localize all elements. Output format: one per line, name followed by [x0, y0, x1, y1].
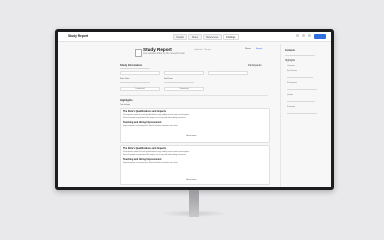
right-panel-item-3[interactable]: Participants: [287, 82, 297, 84]
show-more-link-1[interactable]: Show more: [186, 135, 197, 137]
field-input-2[interactable]: [164, 71, 204, 75]
report-subtitle: Last updated today by the research team: [143, 53, 185, 55]
card-1-text-1: Participants noted that role qualificati…: [123, 114, 190, 116]
report-meta: Updated · 3d ago: [194, 48, 211, 51]
tab-details[interactable]: Details: [173, 34, 188, 41]
card-1-title: The Role's Qualifications and Impacts: [123, 110, 167, 113]
right-panel-heading-2: Highlights: [285, 60, 296, 62]
field-input-1[interactable]: [120, 71, 160, 75]
end-date-value: [164, 82, 194, 84]
card-2-text-1: Participants noted that role qualificati…: [123, 151, 190, 153]
document-icon: [135, 49, 142, 57]
right-panel-item-5[interactable]: Summary: [287, 106, 295, 108]
tab-references[interactable]: References: [202, 34, 222, 41]
report-title: Study Report: [143, 47, 172, 52]
right-panel-heading-1: Contents: [285, 50, 295, 52]
bell-icon[interactable]: [302, 34, 305, 38]
study-info-heading: Study Information: [120, 64, 143, 67]
export-button[interactable]: Export: [254, 48, 264, 52]
app-title: Study Report: [68, 34, 89, 38]
card-1-heading-2: Teaching and Hiring Improvement: [123, 121, 162, 124]
field-input-3[interactable]: [208, 71, 248, 75]
right-panel-line: [285, 55, 315, 56]
screen: Study Report Details Notes References Fi…: [58, 32, 331, 187]
right-panel-item-4[interactable]: Quotes: [287, 94, 293, 96]
card-2-text-3: Improvements in training were linked to …: [123, 162, 178, 164]
show-more-link-2[interactable]: Show more: [186, 179, 197, 181]
card-1-text-3: Improvements in training were linked to …: [123, 125, 178, 127]
start-date-value: [120, 82, 150, 84]
card-1-text-2: Several people emphasized the impact on …: [123, 117, 187, 119]
share-button[interactable]: Share: [243, 48, 253, 52]
download-button-2[interactable]: Download: [164, 87, 204, 91]
right-panel-line-2: [287, 77, 313, 78]
right-panel-line-4: [287, 101, 315, 102]
highlights-subtitle: Top findings: [120, 104, 131, 106]
tab-notes[interactable]: Notes: [188, 34, 202, 41]
search-icon[interactable]: [296, 34, 299, 38]
end-date-label: End Date: [164, 78, 173, 80]
right-panel-item-2[interactable]: Key themes: [287, 70, 297, 72]
right-panel-item-1[interactable]: Overview: [287, 65, 295, 67]
top-bar: Study Report Details Notes References Fi…: [58, 32, 331, 42]
study-info-line: [120, 68, 150, 70]
right-panel-line-5: [287, 113, 317, 114]
monitor-stand: [189, 190, 199, 217]
primary-action-button[interactable]: [314, 34, 326, 39]
avatar-icon[interactable]: [308, 34, 311, 38]
right-panel: Contents Highlights Overview Key themes …: [280, 44, 331, 187]
highlights-heading: Highlights: [120, 99, 133, 102]
card-2-heading-2: Teaching and Hiring Improvement: [123, 158, 162, 161]
card-2-title: The Role's Qualifications and Impacts: [123, 147, 167, 150]
tab-findings[interactable]: Findings: [222, 34, 239, 41]
right-panel-line-3: [287, 89, 317, 90]
participants-heading: Participants: [248, 64, 262, 67]
card-2-text-2: Several people emphasized the impact on …: [123, 154, 187, 156]
tab-bar: Details Notes References Findings: [173, 34, 239, 41]
download-button-1[interactable]: Download: [120, 87, 160, 91]
start-date-label: Start Date: [120, 78, 130, 80]
